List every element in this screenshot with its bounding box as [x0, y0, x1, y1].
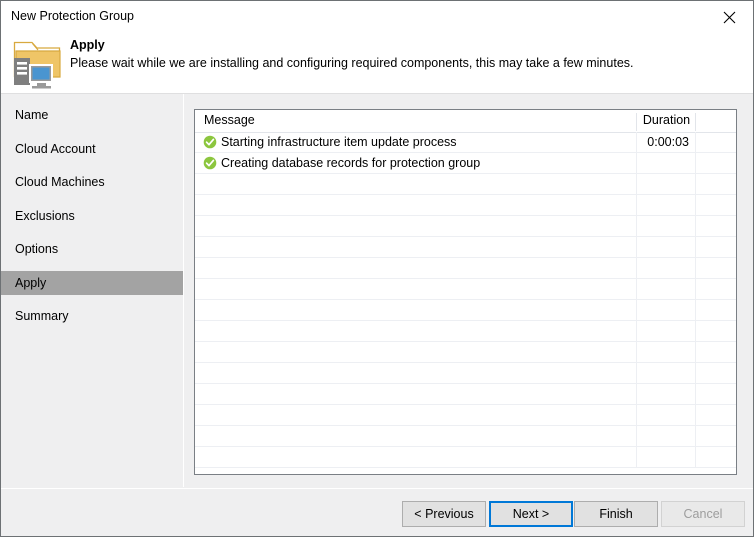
column-divider [695, 363, 696, 384]
column-divider [695, 426, 696, 447]
sidebar-item-exclusions[interactable]: Exclusions [1, 204, 183, 228]
grid-header-row: Message Duration [195, 110, 736, 133]
column-divider [695, 405, 696, 426]
table-row-empty [195, 363, 736, 384]
table-row-empty [195, 237, 736, 258]
column-divider [636, 321, 637, 342]
column-divider [636, 384, 637, 405]
protection-group-folder-icon [13, 41, 61, 89]
sidebar-item-apply[interactable]: Apply [1, 270, 183, 295]
sidebar-item-options[interactable]: Options [1, 237, 183, 261]
column-divider [695, 279, 696, 300]
column-divider [695, 258, 696, 279]
column-divider [695, 342, 696, 363]
table-row-empty [195, 342, 736, 363]
column-divider [636, 300, 637, 321]
column-divider [636, 174, 637, 195]
close-x-icon [723, 11, 736, 24]
wizard-content: Message Duration Starting infrastructure… [184, 94, 753, 487]
table-row[interactable]: Creating database records for protection… [195, 153, 736, 174]
column-divider [695, 447, 696, 468]
column-divider [695, 300, 696, 321]
column-divider[interactable] [695, 113, 696, 131]
table-row-empty [195, 300, 736, 321]
success-check-icon [203, 156, 217, 170]
row-duration [637, 153, 689, 174]
table-row-empty [195, 216, 736, 237]
column-divider [636, 363, 637, 384]
column-divider [636, 342, 637, 363]
title-bar: New Protection Group [1, 1, 753, 32]
column-divider [636, 153, 637, 174]
sidebar-item-name[interactable]: Name [1, 103, 183, 127]
cancel-button: Cancel [661, 501, 745, 527]
wizard-header: Apply Please wait while we are installin… [1, 32, 753, 93]
column-divider [636, 195, 637, 216]
table-row-empty [195, 195, 736, 216]
table-row-empty [195, 447, 736, 468]
wizard-steps-sidebar: Name Cloud Account Cloud Machines Exclusion… [1, 94, 183, 487]
column-header-duration[interactable]: Duration [637, 110, 696, 132]
column-divider [695, 132, 696, 153]
wizard-footer: < Previous Next > Finish Cancel [1, 489, 753, 536]
next-button[interactable]: Next > [489, 501, 573, 527]
sidebar-item-cloud-account[interactable]: Cloud Account [1, 137, 183, 161]
table-row-empty [195, 405, 736, 426]
window-title: New Protection Group [11, 9, 134, 23]
column-divider [636, 447, 637, 468]
column-divider [636, 405, 637, 426]
column-divider [636, 132, 637, 153]
row-message: Creating database records for protection… [221, 156, 481, 170]
column-divider [695, 216, 696, 237]
table-row-empty [195, 384, 736, 405]
sidebar-item-summary[interactable]: Summary [1, 304, 183, 328]
success-check-icon [203, 135, 217, 149]
row-message: Starting infrastructure item update proc… [221, 135, 457, 149]
column-divider [695, 174, 696, 195]
column-divider [695, 237, 696, 258]
previous-button[interactable]: < Previous [402, 501, 486, 527]
sidebar-item-cloud-machines[interactable]: Cloud Machines [1, 170, 183, 194]
column-divider [695, 384, 696, 405]
finish-button[interactable]: Finish [574, 501, 658, 527]
column-divider [636, 237, 637, 258]
column-divider [695, 195, 696, 216]
column-divider [695, 153, 696, 174]
column-divider [636, 279, 637, 300]
column-divider [636, 258, 637, 279]
table-row-empty [195, 426, 736, 447]
new-protection-group-wizard: New Protection Group Apply Please wait w… [0, 0, 754, 537]
table-row-empty [195, 174, 736, 195]
close-button[interactable] [707, 1, 753, 31]
grid-body: Starting infrastructure item update proc… [195, 132, 736, 474]
header-title: Apply [70, 38, 105, 52]
column-divider [636, 426, 637, 447]
table-row-empty [195, 279, 736, 300]
table-row-empty [195, 258, 736, 279]
column-divider [695, 321, 696, 342]
table-row-empty [195, 321, 736, 342]
column-divider [636, 216, 637, 237]
table-row[interactable]: Starting infrastructure item update proc… [195, 132, 736, 153]
column-header-message[interactable]: Message [204, 110, 255, 132]
progress-log-grid[interactable]: Message Duration Starting infrastructure… [194, 109, 737, 475]
row-duration: 0:00:03 [647, 135, 689, 149]
header-subtitle: Please wait while we are installing and … [70, 56, 634, 70]
